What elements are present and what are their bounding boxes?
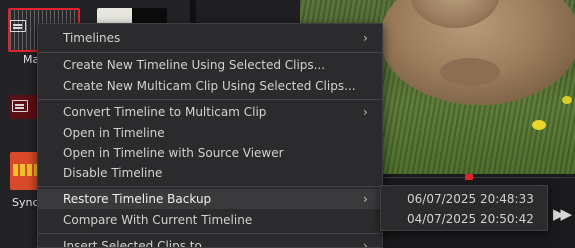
menu-divider xyxy=(38,186,382,187)
menu-item-insert-selected-clips[interactable]: Insert Selected Clips to › xyxy=(38,236,382,248)
menu-item-compare-with-current[interactable]: Compare With Current Timeline xyxy=(38,210,382,230)
clip-label: Sync xyxy=(12,196,39,209)
menu-item-convert-to-multicam[interactable]: Convert Timeline to Multicam Clip › xyxy=(38,102,382,122)
playhead-marker[interactable] xyxy=(465,174,473,180)
menu-item-create-new-timeline[interactable]: Create New Timeline Using Selected Clips… xyxy=(38,55,382,75)
menu-item-timelines[interactable]: Timelines › xyxy=(38,28,382,48)
restore-backup-submenu: 06/07/2025 20:48:33 04/07/2025 20:50:42 xyxy=(380,185,548,231)
chevron-right-icon: › xyxy=(363,31,368,45)
timeline-icon xyxy=(12,100,28,112)
menu-item-disable-timeline[interactable]: Disable Timeline xyxy=(38,163,382,183)
submenu-item-backup[interactable]: 04/07/2025 20:50:42 xyxy=(381,209,547,229)
chevron-right-icon: › xyxy=(363,192,368,206)
context-menu: Timelines › Create New Timeline Using Se… xyxy=(37,23,383,248)
submenu-item-backup[interactable]: 06/07/2025 20:48:33 xyxy=(381,189,547,209)
menu-item-open-in-timeline[interactable]: Open in Timeline xyxy=(38,123,382,143)
menu-item-create-multicam-clip[interactable]: Create New Multicam Clip Using Selected … xyxy=(38,76,382,96)
menu-divider xyxy=(38,233,382,234)
menu-divider xyxy=(38,99,382,100)
menu-item-restore-timeline-backup[interactable]: Restore Timeline Backup › xyxy=(38,189,382,209)
fast-forward-icon[interactable]: ▶▶ xyxy=(553,205,572,223)
chevron-right-icon: › xyxy=(363,105,368,119)
menu-divider xyxy=(38,52,382,53)
timeline-icon xyxy=(10,20,26,32)
menu-item-open-with-source-viewer[interactable]: Open in Timeline with Source Viewer xyxy=(38,143,382,163)
chevron-right-icon: › xyxy=(363,239,368,248)
